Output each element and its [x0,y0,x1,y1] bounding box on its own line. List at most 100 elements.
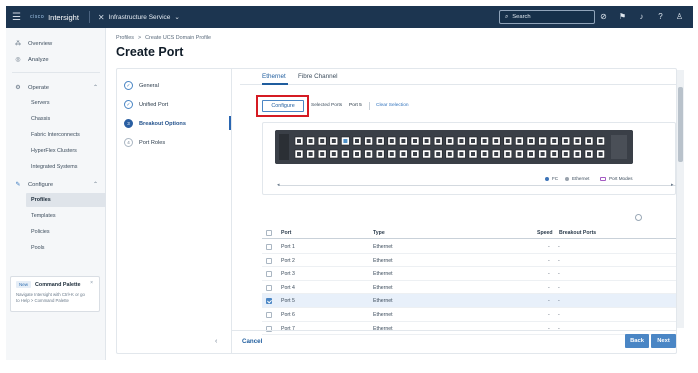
notifications-bell-icon[interactable]: ♪ [635,10,648,23]
check-circle-icon: ✓ [124,100,133,109]
column-type[interactable]: Type [373,230,385,236]
table-row[interactable]: Port 4 Ethernet - - [262,281,676,295]
table-row[interactable]: Port 3 Ethernet - - [262,267,676,281]
cancel-button[interactable]: Cancel [242,338,262,345]
clear-selection-link[interactable]: Clear Selection [376,103,409,108]
row-checkbox[interactable] [266,244,272,250]
nav-servers[interactable]: Servers [26,96,106,110]
cell-breakout: - [558,244,560,250]
tab-fibre-channel[interactable]: Fibre Channel [298,73,338,80]
step-port-roles-label: Port Roles [139,139,166,146]
brand[interactable]: cisco Intersight [30,13,79,22]
service-icon: ✕ [97,12,105,22]
cell-type: Ethernet [373,257,393,264]
user-profile-icon[interactable]: ♙ [673,10,686,23]
nav-overview-label: Overview [28,40,53,47]
switch-port-socket [517,139,522,143]
nav-templates-label: Templates [31,213,56,219]
breadcrumb: Profiles > Create UCS Domain Profile [116,35,211,41]
row-checkbox[interactable] [266,312,272,318]
analyze-icon: ◎ [15,57,21,63]
column-port[interactable]: Port [281,230,291,236]
step-general[interactable]: ✓ General [124,81,159,90]
switch-horizontal-scrollbar[interactable] [278,185,676,186]
nav-overview[interactable]: ⁂ Overview [6,36,106,51]
nav-pools[interactable]: Pools [26,241,106,255]
selected-ports-value: Port 5 [349,103,362,108]
nav-policies[interactable]: Policies [26,225,106,239]
switch-port-socket [424,139,429,143]
cell-port: Port 6 [281,312,295,318]
switch-port-socket [320,139,325,143]
breadcrumb-profiles[interactable]: Profiles [116,35,134,41]
collapse-steps-chevron-left-icon[interactable]: ‹ [215,338,217,345]
cell-type: Ethernet [373,312,393,318]
help-icon[interactable]: ? [654,10,667,23]
hamburger-menu-icon[interactable]: ☰ [12,12,26,23]
switch-port-socket [598,152,603,156]
scroll-left-arrow-icon[interactable]: ◂ [277,182,280,188]
row-checkbox[interactable] [266,284,272,291]
service-name: Infrastructure Service [108,13,171,21]
tab-ethernet[interactable]: Ethernet [262,73,286,80]
step-breakout-options[interactable]: 3 Breakout Options [124,119,186,128]
select-all-checkbox[interactable] [266,230,272,236]
cell-port: Port 5 [281,298,295,305]
cell-breakout: - [558,271,560,278]
switch-port-socket [459,139,464,143]
switch-port-socket [575,139,580,143]
table-row[interactable]: Port 7 Ethernet - - [262,322,676,336]
cell-port: Port 3 [281,271,295,278]
back-button[interactable]: Back [625,334,649,348]
nav-chassis-label: Chassis [31,116,51,122]
nav-operate[interactable]: ⚙ Operate ⌃ [6,80,106,95]
table-row[interactable]: Port 5 Ethernet - - [262,294,676,308]
switch-port-socket [436,152,441,156]
column-breakout-ports[interactable]: Breakout Ports [559,230,596,236]
row-checkbox[interactable] [266,257,272,264]
switch-port-socket [563,152,568,156]
app-name: Intersight [48,12,79,22]
step-breakout-options-label: Breakout Options [139,120,186,127]
scroll-right-arrow-icon[interactable]: ▸ [671,182,674,188]
switch-port-socket [355,152,359,156]
nav-hyperflex-clusters[interactable]: HyperFlex Clusters [26,144,106,158]
step-unified-port[interactable]: ✓ Unified Port [124,100,168,109]
page-title: Create Port [116,45,184,59]
vertical-scrollbar-thumb[interactable] [678,87,683,162]
row-checkbox[interactable] [266,271,272,278]
breadcrumb-create-domain-profile[interactable]: Create UCS Domain Profile [145,35,211,41]
nav-integrated-systems[interactable]: Integrated Systems [26,160,106,174]
announcement-icon[interactable]: ⚑ [616,10,629,23]
nav-pools-label: Pools [31,245,45,251]
step-port-roles[interactable]: 4 Port Roles [124,138,165,147]
switch-port-socket [529,139,533,143]
wizard-steps: ✓ General ✓ Unified Port 3 Breakout Opti… [116,68,232,354]
step-general-label: General [139,82,159,89]
search-input[interactable]: ⌕ Search [499,10,595,24]
switch-port-socket [401,152,406,156]
nav-profiles[interactable]: Profiles [26,193,106,207]
service-selector[interactable]: ✕ Infrastructure Service ⌄ [98,13,180,22]
operate-icon: ⚙ [15,85,21,91]
table-row[interactable]: Port 6 Ethernet - - [262,308,676,322]
nav-fabric-interconnects[interactable]: Fabric Interconnects [26,128,106,142]
column-speed[interactable]: Speed [537,230,553,236]
nav-chassis[interactable]: Chassis [26,112,106,126]
table-row[interactable]: Port 1 Ethernet - - [262,240,676,254]
nav-analyze[interactable]: ◎ Analyze [6,52,106,67]
nav-configure[interactable]: ✎ Configure ⌃ [6,177,106,192]
status-check-icon[interactable]: ⊘ [597,10,610,23]
configure-wrench-icon: ✎ [15,182,21,188]
switch-port-socket [587,152,591,156]
tabs-divider [240,84,676,85]
switch-port-socket [517,152,522,156]
next-button[interactable]: Next [651,334,676,348]
cell-type: Ethernet [373,298,393,305]
nav-templates[interactable]: Templates [26,209,106,223]
close-icon[interactable]: × [90,280,93,286]
switch-port-socket [552,139,557,143]
table-row[interactable]: Port 2 Ethernet - - [262,254,676,268]
row-checkbox[interactable] [266,298,272,305]
table-settings-gear-icon[interactable] [635,214,642,221]
